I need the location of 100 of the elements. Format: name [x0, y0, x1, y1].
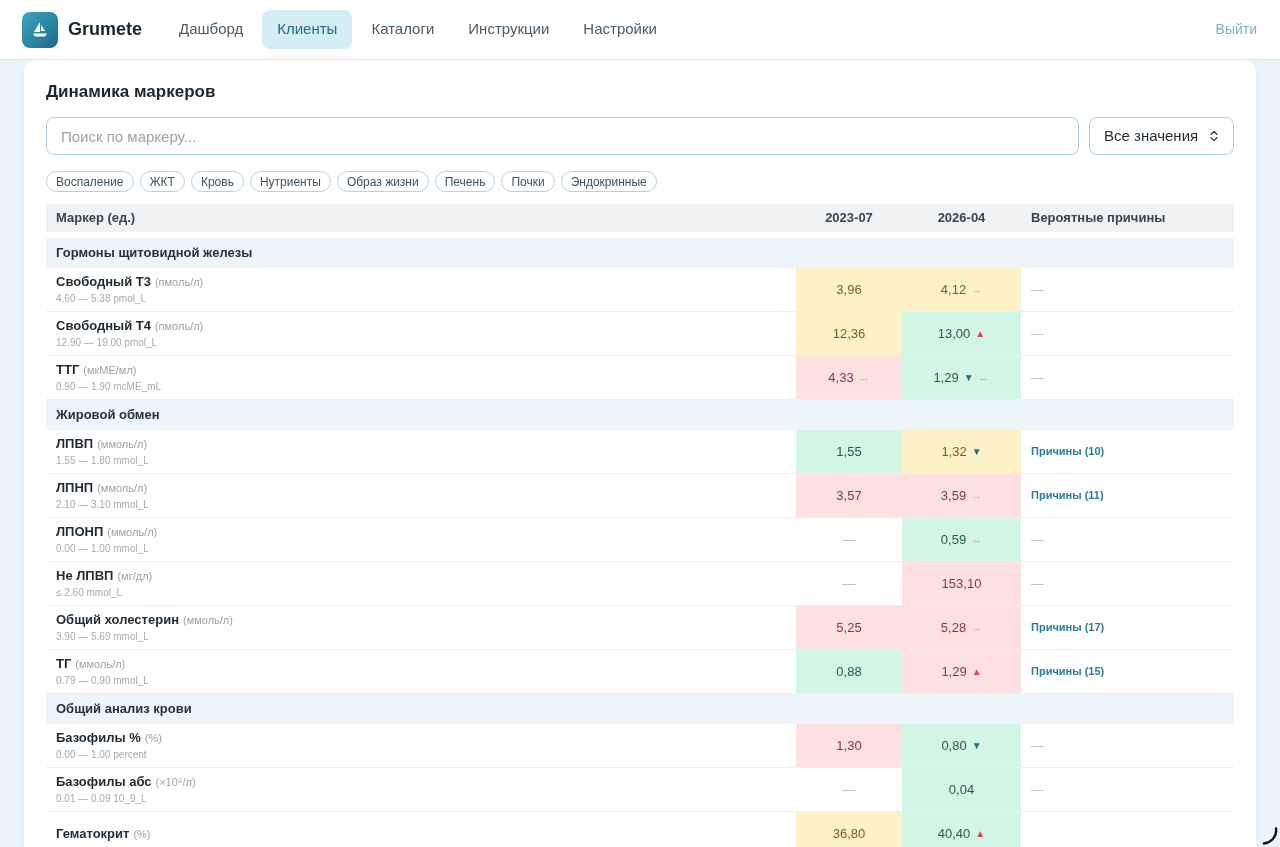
- value-text: 1,55: [836, 442, 862, 461]
- up-triangle-marker: ▲: [971, 666, 982, 677]
- value-text: 0,88: [836, 662, 862, 681]
- marker-unit: (ммоль/л): [107, 525, 158, 540]
- up-triangle-marker: ▲: [975, 328, 986, 339]
- right-arrow-marker: →: [971, 622, 983, 633]
- value-text: 1,29: [941, 662, 967, 681]
- value-text: 1,32: [941, 442, 967, 461]
- empty-dash: —: [1031, 736, 1044, 755]
- right-arrow-marker: →: [971, 284, 983, 295]
- value-text: 4,12: [940, 280, 967, 299]
- marker-unit: (%): [133, 826, 151, 842]
- value-text: 1,29: [933, 368, 959, 387]
- marker-unit: (ммоль/л): [75, 657, 126, 672]
- value-text: 0,59: [940, 530, 967, 549]
- marker-name: Свободный Т3: [56, 274, 151, 290]
- empty-dash: —: [1031, 780, 1044, 799]
- marker-name: ЛПОНП: [56, 524, 104, 540]
- reference-range: 0.90 — 1.90 mcME_mL: [56, 381, 162, 393]
- value-text: —: [842, 530, 856, 549]
- double-arrow-marker: ↔: [978, 372, 990, 383]
- card-title: Динамика маркеров: [46, 82, 217, 102]
- value-text: 4,33: [828, 368, 854, 387]
- marker-name: Базофилы %: [56, 730, 141, 746]
- up-triangle-marker: ▲: [975, 828, 986, 839]
- value-text: —: [842, 780, 856, 799]
- causes-link[interactable]: Причины (10): [1031, 443, 1105, 460]
- empty-dash: —: [1031, 530, 1044, 549]
- value-text: 12,36: [832, 324, 866, 343]
- empty-dash: —: [1031, 280, 1044, 299]
- reference-range: 0.79 — 0.90 mmol_L: [56, 675, 149, 687]
- group-heading: Гормоны щитовидной железы: [46, 238, 1234, 268]
- sailboat-logo-icon: [22, 11, 58, 48]
- search-field[interactable]: Поиск по маркеру...: [46, 117, 1079, 155]
- column-header: Вероятные причины: [1030, 209, 1167, 228]
- marker-unit: (мкМЕ/мл): [83, 363, 137, 378]
- down-triangle-marker: ▼: [971, 740, 982, 751]
- arc-icon: [1262, 827, 1278, 845]
- value-text: 0,80: [941, 736, 967, 755]
- down-triangle-marker: ▼: [963, 372, 974, 383]
- column-header: 2023-07: [824, 209, 874, 228]
- reference-range: 12.90 — 19.00 pmol_L: [56, 337, 158, 349]
- empty-dash: —: [1031, 368, 1044, 387]
- marker-name: Не ЛПВП: [56, 568, 114, 584]
- value-text: 3,96: [836, 280, 862, 299]
- marker-name: Базофилы абс: [56, 774, 152, 790]
- value-text: 13,00: [937, 324, 971, 343]
- marker-unit: (ммоль/л): [183, 613, 233, 628]
- reference-range: 1.55 — 1.80 mmol_L: [56, 455, 149, 467]
- reference-range: 0.00 — 1.00 mmol_L: [56, 543, 149, 555]
- marker-name: Общий холестерин: [56, 612, 179, 628]
- marker-name: ТТГ: [56, 362, 80, 378]
- value-text: —: [842, 574, 856, 593]
- marker-name: ЛПНП: [56, 480, 94, 496]
- causes-link[interactable]: Причины (11): [1031, 487, 1104, 504]
- column-header: 2026-04: [936, 209, 987, 228]
- value-text: 3,57: [836, 486, 862, 505]
- marker-unit: (×10⁹/л): [155, 775, 196, 790]
- brand-name: Grumete: [68, 18, 143, 41]
- reference-range: 0.01 — 0.09 10_9_L: [56, 793, 147, 805]
- nav-tab[interactable]: Каталоги: [356, 10, 450, 49]
- value-text: 0,04: [948, 780, 975, 799]
- group-heading: Общий анализ крови: [46, 694, 1234, 724]
- nav-tab[interactable]: Дашборд: [164, 10, 259, 49]
- value-text: 40,40: [937, 824, 971, 843]
- nav-tab[interactable]: Настройки: [568, 10, 672, 49]
- causes-link[interactable]: Причины (15): [1031, 663, 1105, 680]
- reference-range: 3.90 — 5.69 mmol_L: [56, 631, 149, 643]
- down-triangle-marker: ▼: [971, 446, 982, 457]
- double-arrow-marker: ↔: [971, 534, 983, 545]
- value-text: 5,28: [940, 618, 967, 637]
- value-text: 1,30: [836, 736, 862, 755]
- double-arrow-marker: ↔: [858, 372, 870, 383]
- reference-range: 2.10 — 3.10 mmol_L: [56, 499, 149, 511]
- marker-name: Гематокрит: [56, 825, 130, 842]
- value-text: 153,10: [941, 574, 982, 593]
- reference-range: 4.60 — 5.38 pmol_L: [56, 293, 147, 305]
- marker-name: Свободный Т4: [56, 318, 151, 334]
- marker-unit: (ммоль/л): [97, 437, 148, 452]
- reference-range: 0.00 — 1.00 percent: [56, 749, 147, 761]
- empty-dash: —: [1031, 574, 1044, 593]
- marker-name: ТГ: [56, 656, 72, 672]
- marker-unit: (мг/дл): [117, 569, 153, 584]
- right-arrow-marker: →: [971, 490, 983, 501]
- column-header: Маркер (ед.): [55, 209, 137, 228]
- empty-dash: —: [1031, 324, 1044, 343]
- nav-tab[interactable]: Инструкции: [453, 10, 565, 49]
- marker-unit: (пмоль/л): [154, 275, 204, 290]
- marker-name: ЛПВП: [56, 436, 94, 452]
- marker-unit: (%): [144, 731, 162, 746]
- marker-unit: (ммоль/л): [97, 481, 148, 496]
- value-text: 5,25: [836, 618, 862, 637]
- marker-unit: (пмоль/л): [154, 319, 204, 334]
- causes-link[interactable]: Причины (17): [1031, 619, 1105, 636]
- value-text: 3,59: [940, 486, 967, 505]
- group-heading: Жировой обмен: [46, 400, 1234, 430]
- reference-range: ≤ 2.60 mmol_L: [56, 587, 123, 599]
- value-filter-select[interactable]: Все значения: [1089, 117, 1234, 155]
- nav-tab[interactable]: Клиенты: [262, 10, 353, 49]
- value-text: 36,80: [832, 824, 866, 843]
